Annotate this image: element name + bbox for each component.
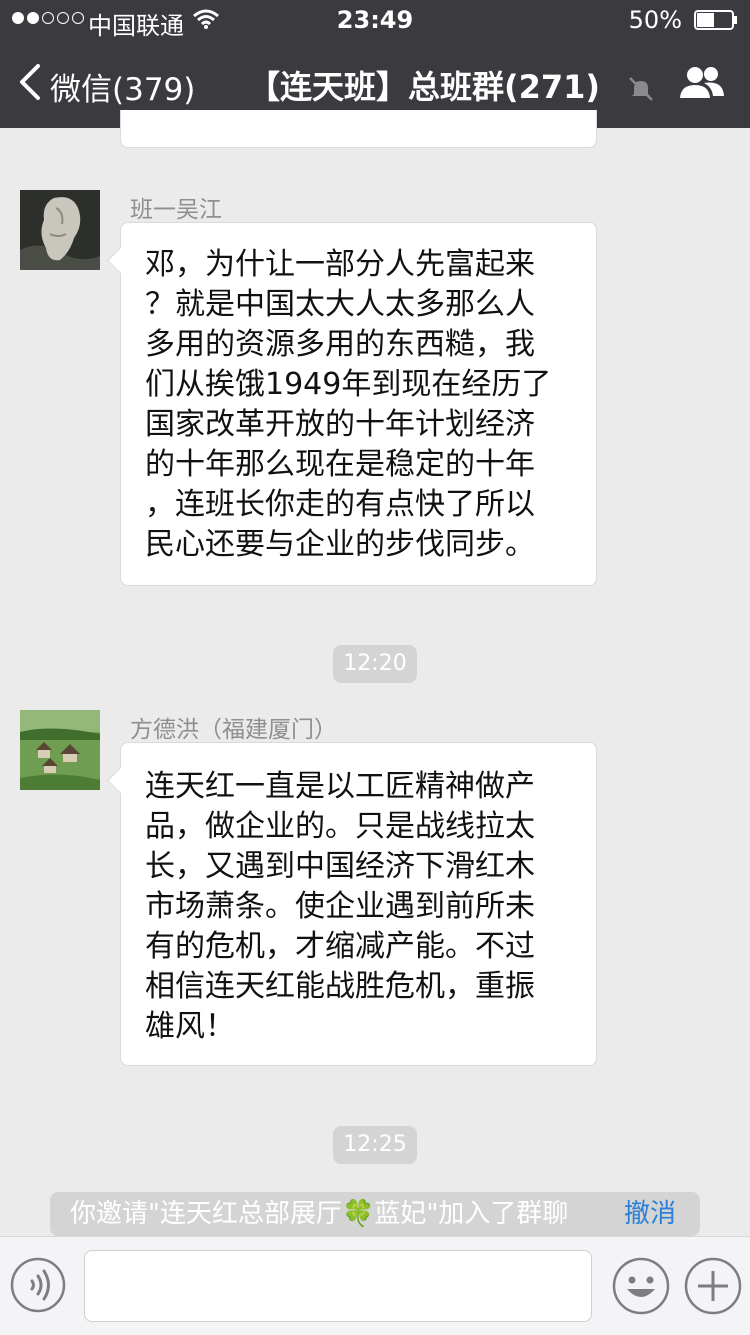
system-notice-text: 你邀请"连天红总部展厅🍀蓝妃"加入了群聊 [70,1199,569,1229]
chevron-left-icon[interactable] [14,62,44,102]
back-button[interactable]: 微信(379) [50,64,195,109]
timestamp-pill: 12:20 [333,645,417,683]
timestamp-pill: 12:25 [333,1126,417,1164]
status-bar: 中国联通 23:49 50% [0,0,750,40]
message-bubble: 邓，为什让一部分人先富起来 ？就是中国太大人太多那么人 多用的资源多用的东西糙，… [120,222,597,586]
avatar[interactable] [20,710,100,790]
voice-icon[interactable] [10,1257,66,1313]
emoji-icon[interactable] [612,1257,670,1315]
message-input[interactable] [84,1250,592,1322]
muted-bell-icon [629,77,653,101]
system-notice: 你邀请"连天红总部展厅🍀蓝妃"加入了群聊 撤消 [50,1192,700,1236]
battery-icon [694,10,737,30]
message-text: 邓，为什让一部分人先富起来 ？就是中国太大人太多那么人 多用的资源多用的东西糙，… [145,247,552,562]
undo-link[interactable]: 撤消 [624,1192,676,1236]
top-header: 中国联通 23:49 50% 微信(379) 【连天班】总班群(271) [0,0,750,128]
chat-title: 【连天班】总班群(271) [248,68,601,106]
avatar[interactable] [20,190,100,270]
sender-name: 方德洪（福建厦门） [130,717,337,743]
sender-name: 班一吴江 [130,197,222,223]
message-text: 连天红一直是以工匠精神做产 品，做企业的。只是战线拉太 长，又遇到中国经济下滑红… [145,769,535,1044]
message-bubble: 连天红一直是以工匠精神做产 品，做企业的。只是战线拉太 长，又遇到中国经济下滑红… [120,742,597,1066]
previous-message-bubble [120,110,597,148]
input-toolbar [0,1236,750,1335]
battery-percent: 50% [628,6,682,34]
plus-icon[interactable] [684,1257,742,1315]
people-icon[interactable] [678,64,726,104]
